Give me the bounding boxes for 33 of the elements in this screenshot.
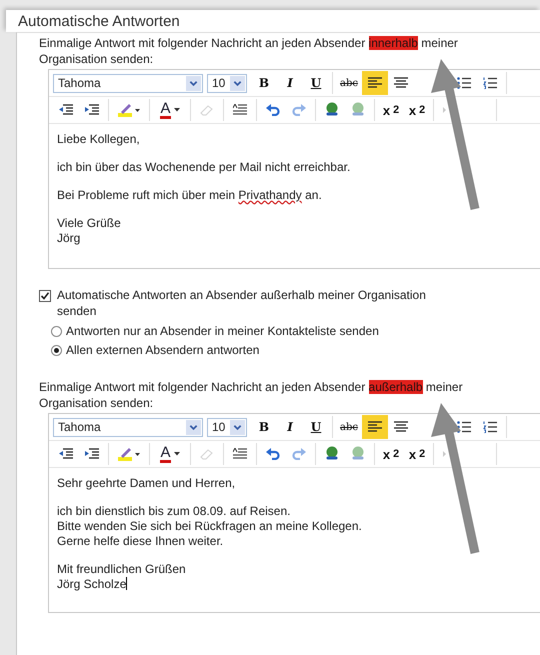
- instruction-text: Einmalige Antwort mit folgender Nachricht an jeden Absender innerhalb meiner Organisation senden:: [39, 35, 459, 67]
- chevron-down-icon: [233, 422, 242, 432]
- radio-label: Antworten nur an Absender in meiner Kontakteliste senden: [66, 324, 379, 338]
- size-dropdown[interactable]: 10: [207, 74, 247, 92]
- bold-button[interactable]: B: [251, 71, 277, 95]
- instruction-text: Einmalige Antwort mit folgender Nachricht an jeden Absender außerhalb meiner Organisation senden:: [39, 379, 464, 411]
- caret-icon: [174, 452, 180, 456]
- bold-button[interactable]: B: [251, 415, 277, 439]
- chevron-down-icon: [233, 78, 242, 88]
- message-body-field[interactable]: Sehr geehrte Damen und Herren, ich bin dienstlich bis zum 08.09. auf Reisen. Bitte wenden Sie sich bei Rückfragen an meine Kollegen. Gerne helfe diese Ihnen weiter. Mit freundlichen Grüßen Jörg Scholze: [49, 468, 540, 612]
- size-dropdown[interactable]: 10: [207, 418, 247, 436]
- chevron-down-icon: [189, 422, 198, 432]
- italic-button[interactable]: I: [277, 71, 303, 95]
- caret-icon: [174, 108, 180, 112]
- font-dropdown[interactable]: Tahoma: [53, 418, 203, 436]
- align-left-icon[interactable]: [362, 71, 388, 95]
- align-left-icon[interactable]: [362, 415, 388, 439]
- dialog-title: Automatische Antworten: [6, 10, 540, 32]
- font-dropdown[interactable]: Tahoma: [53, 74, 203, 92]
- underline-button[interactable]: U: [303, 71, 329, 95]
- checkbox-label: Automatische Antworten an Absender außerhalb meiner Organisation senden: [57, 287, 427, 319]
- radio-label: Allen externen Absendern antworten: [66, 343, 260, 357]
- strike-button[interactable]: abc: [336, 415, 362, 439]
- underline-button[interactable]: U: [303, 415, 329, 439]
- radio-button[interactable]: [51, 344, 62, 356]
- font-color-button[interactable]: A: [153, 98, 187, 122]
- radio-button[interactable]: [51, 326, 62, 336]
- italic-button[interactable]: I: [277, 415, 303, 439]
- font-color-button[interactable]: A: [153, 442, 187, 466]
- chevron-down-icon: [189, 78, 198, 88]
- checkbox[interactable]: [39, 290, 51, 302]
- strike-button[interactable]: abc: [336, 71, 362, 95]
- message-body-field[interactable]: Liebe Kollegen, ich bin über das Wochenende per Mail nicht erreichbar. Bei Probleme ruft mich über mein Privathandy an. Viele Grüße Jörg: [49, 124, 540, 268]
